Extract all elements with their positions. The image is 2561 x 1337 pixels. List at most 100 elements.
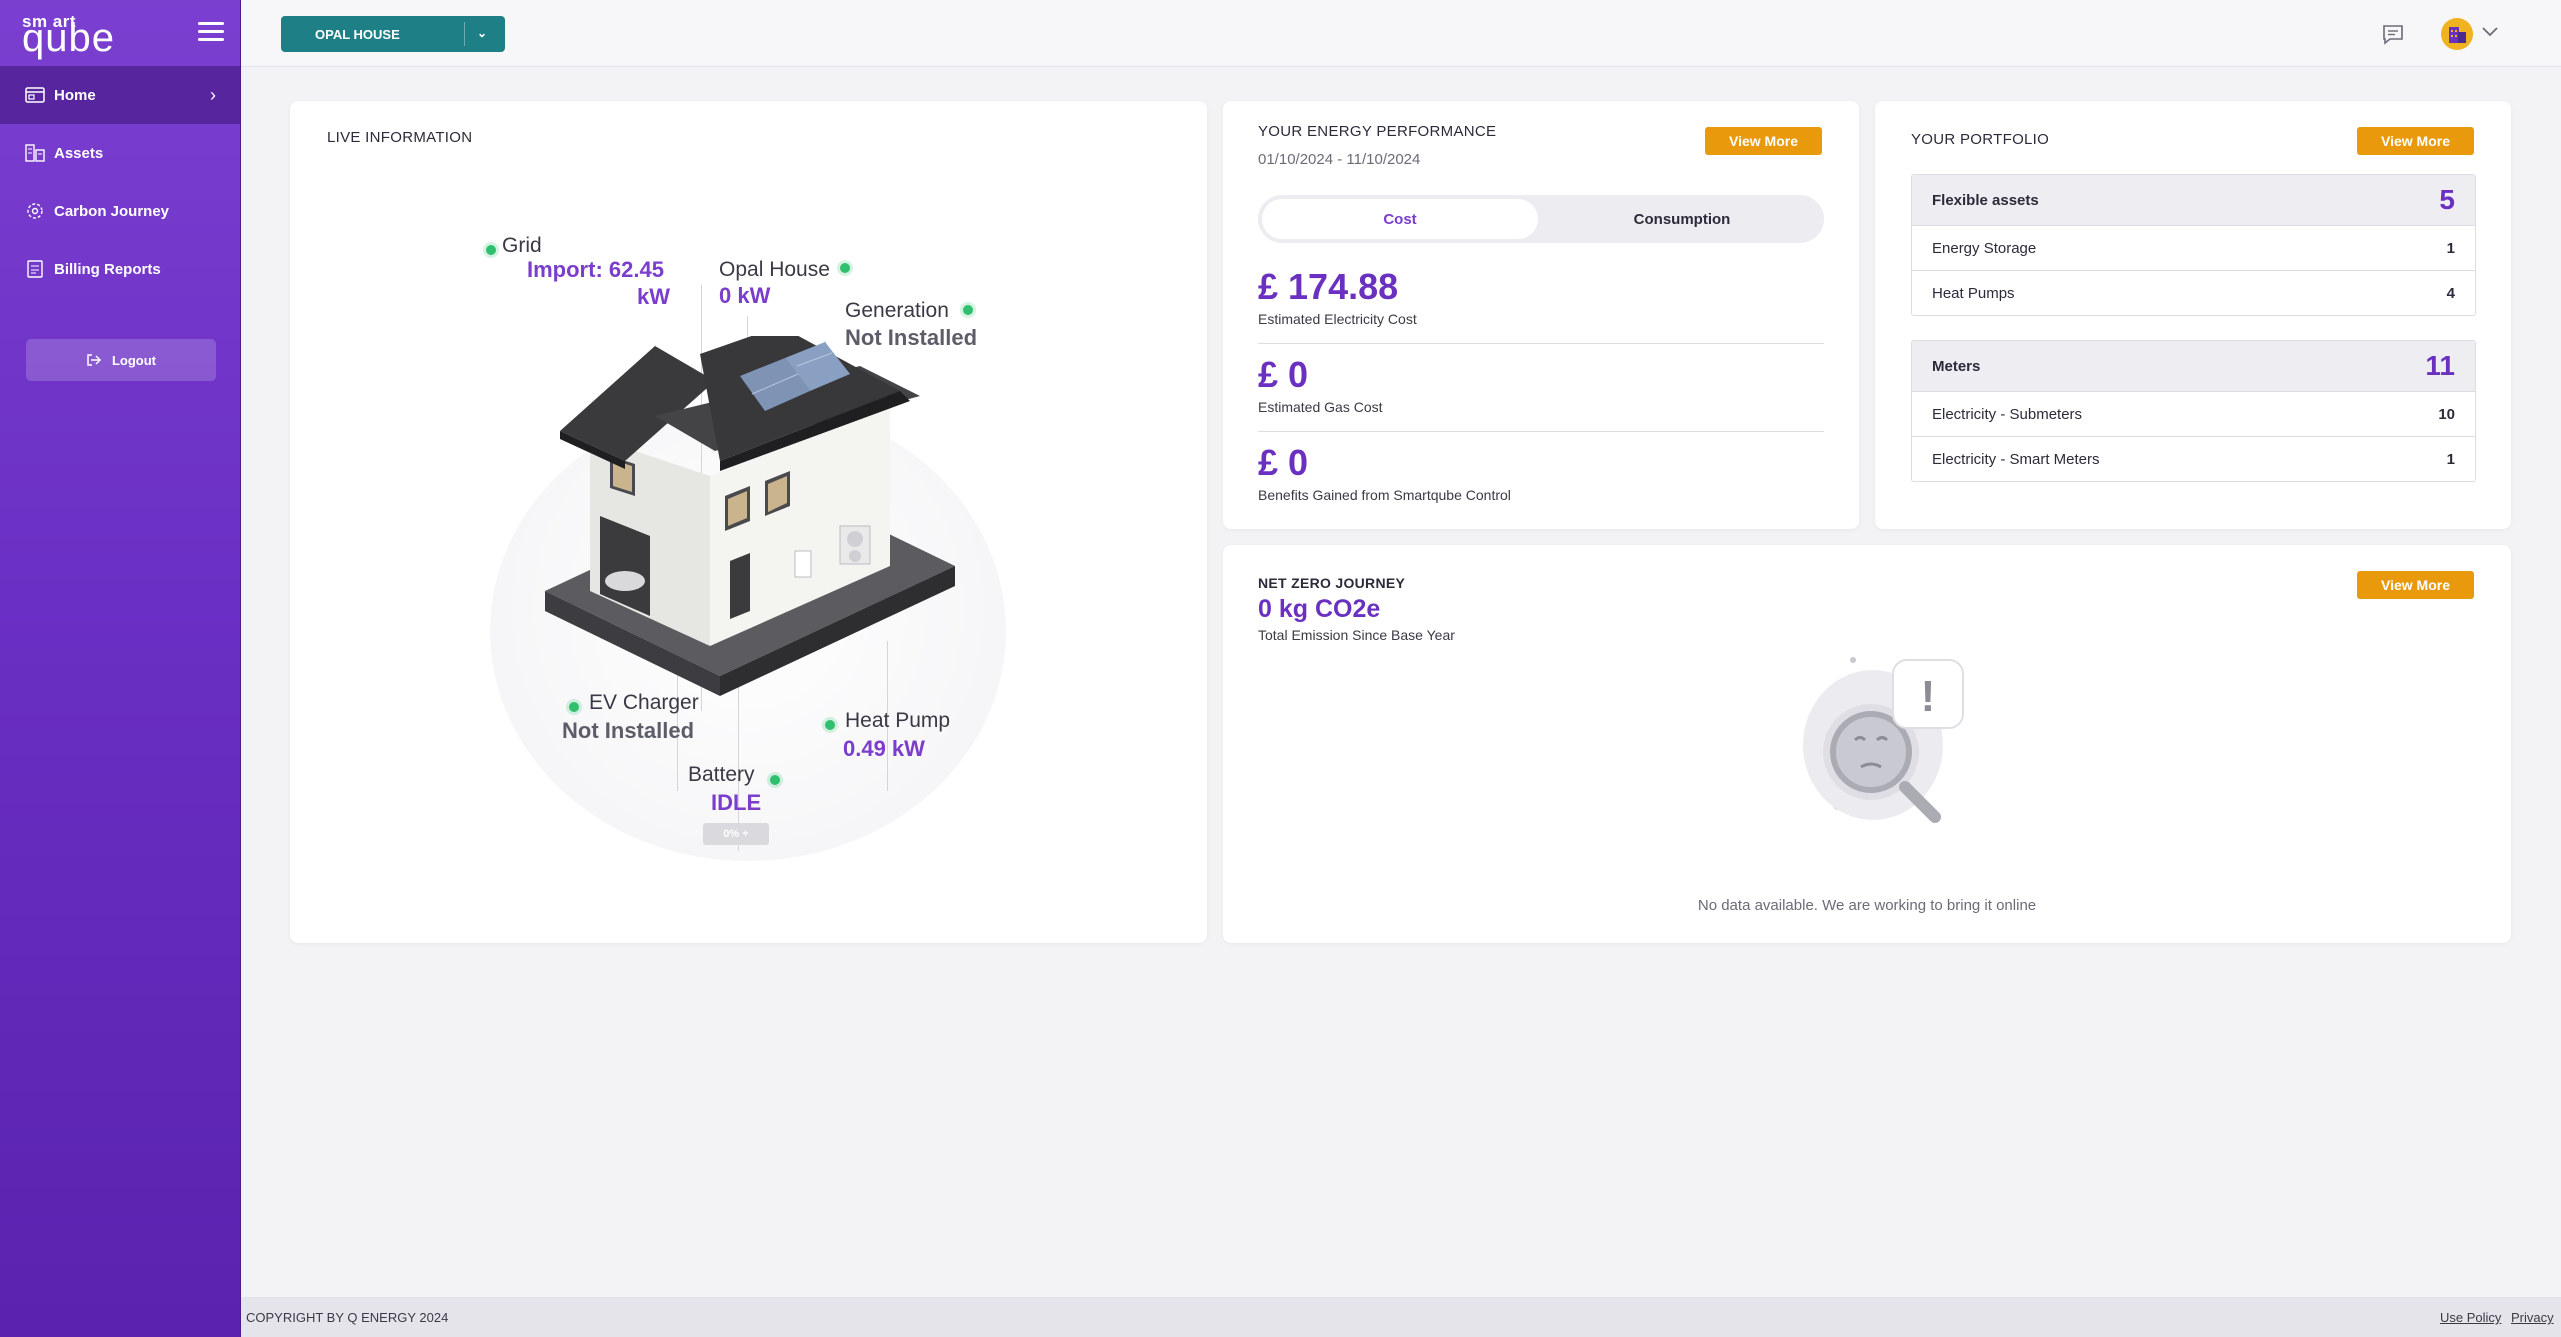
gas-cost-label: Estimated Gas Cost: [1258, 399, 1383, 415]
flexible-assets-header: Flexible assets 5: [1912, 175, 2475, 225]
site-selector[interactable]: OPAL HOUSE ⌄: [281, 16, 505, 52]
portfolio-title: YOUR PORTFOLIO: [1911, 131, 2050, 148]
row-label: Electricity - Submeters: [1932, 405, 2083, 423]
chevron-right-icon: ›: [210, 85, 216, 105]
grid-value-line2: kW: [637, 284, 670, 309]
sidebar-item-label: Assets: [54, 144, 104, 162]
net-zero-title: NET ZERO JOURNEY: [1258, 575, 1406, 591]
flexible-assets-table: Flexible assets 5 Energy Storage 1 Heat …: [1911, 174, 2476, 316]
battery-status-dot: [770, 775, 780, 785]
menu-toggle-icon[interactable]: [198, 22, 224, 42]
gas-cost-value: £ 0: [1258, 354, 1309, 395]
cost-consumption-toggle: Cost Consumption: [1258, 195, 1824, 243]
top-bar: OPAL HOUSE ⌄: [241, 0, 2561, 67]
smartqube-benefits-label: Benefits Gained from Smartqube Control: [1258, 487, 1511, 503]
meters-table: Meters 11 Electricity - Submeters 10 Ele…: [1911, 340, 2476, 482]
ev-charger-value: Not Installed: [562, 718, 695, 743]
generation-value: Not Installed: [845, 325, 978, 350]
table-row: Electricity - Smart Meters 1: [1912, 436, 2475, 481]
logout-button[interactable]: Logout: [26, 339, 216, 381]
chevron-down-icon: ⌄: [477, 26, 488, 40]
heat-pump-status-dot: [825, 720, 835, 730]
table-row: Energy Storage 1: [1912, 225, 2475, 270]
row-count: 10: [2438, 405, 2455, 423]
energy-view-more-button[interactable]: View More: [1705, 127, 1822, 155]
live-information-title: LIVE INFORMATION: [327, 129, 473, 146]
row-label: Heat Pumps: [1932, 284, 2015, 302]
heat-pump-value: 0.49 kW: [843, 736, 925, 761]
sidebar-item-carbon-journey[interactable]: Carbon Journey: [0, 182, 240, 240]
generation-status-dot: [963, 305, 973, 315]
generation-label: Generation: [845, 299, 949, 322]
energy-performance-card: YOUR ENERGY PERFORMANCE 01/10/2024 - 11/…: [1223, 101, 1859, 529]
row-count: 1: [2446, 239, 2455, 257]
sidebar-item-billing-reports[interactable]: Billing Reports: [0, 240, 240, 298]
grid-value-line1: Import: 62.45: [527, 257, 664, 282]
assets-icon: [24, 143, 46, 163]
use-policy-link[interactable]: Use Policy: [2440, 1310, 2501, 1325]
flexible-assets-label: Flexible assets: [1932, 191, 2039, 209]
sidebar-item-home[interactable]: Home ›: [0, 66, 240, 124]
site-selector-divider: [464, 22, 465, 46]
row-label: Energy Storage: [1932, 239, 2037, 257]
ev-charger-label: EV Charger: [589, 691, 699, 714]
energy-performance-title: YOUR ENERGY PERFORMANCE: [1258, 123, 1497, 140]
table-row: Heat Pumps 4: [1912, 270, 2475, 315]
tab-cost[interactable]: Cost: [1262, 199, 1538, 239]
sidebar-item-label: Billing Reports: [54, 260, 161, 278]
metric-divider: [1258, 343, 1824, 344]
no-data-message: No data available. We are working to bri…: [1697, 897, 2037, 914]
table-row: Electricity - Submeters 10: [1912, 391, 2475, 436]
house-status-dot: [840, 263, 850, 273]
row-count: 1: [2446, 450, 2455, 468]
svg-text:!: !: [1921, 672, 1936, 721]
total-emission-value: 0 kg CO2e: [1258, 595, 1381, 623]
battery-label: Battery: [688, 763, 755, 786]
battery-value: IDLE: [711, 790, 762, 815]
portfolio-card: YOUR PORTFOLIO View More Flexible assets…: [1875, 101, 2511, 529]
logout-label: Logout: [111, 352, 157, 368]
brand-logo[interactable]: sm art qube: [22, 10, 115, 60]
billing-reports-icon: [24, 259, 46, 279]
metric-divider: [1258, 431, 1824, 432]
copyright-text: COPYRIGHT BY Q ENERGY 2024: [246, 1310, 449, 1325]
smartqube-benefits-value: £ 0: [1258, 442, 1309, 483]
flexible-assets-total: 5: [2439, 184, 2455, 215]
site-selector-label: OPAL HOUSE: [315, 26, 400, 42]
meters-total: 11: [2425, 350, 2455, 381]
grid-label: Grid: [502, 234, 542, 257]
tab-consumption[interactable]: Consumption: [1544, 199, 1820, 239]
sidebar-item-label: Home: [54, 86, 96, 104]
electricity-cost-metric: £ 174.88 Estimated Electricity Cost: [1258, 266, 1824, 328]
house-label: Opal House: [719, 258, 830, 281]
electricity-cost-label: Estimated Electricity Cost: [1258, 311, 1417, 327]
sidebar-nav: Home › Assets Carbon Journey Billing Rep…: [0, 66, 240, 298]
sidebar: sm art qube Home › Assets Carbon Journey: [0, 0, 241, 1337]
chat-icon[interactable]: [2381, 22, 2405, 46]
privacy-link[interactable]: Privacy: [2511, 1310, 2554, 1325]
row-count: 4: [2446, 284, 2455, 302]
logout-icon: [87, 354, 102, 366]
meters-header: Meters 11: [1912, 341, 2475, 391]
logo-big-text: qube: [22, 16, 115, 60]
date-range: 01/10/2024 - 11/10/2024: [1258, 151, 1421, 168]
sidebar-item-label: Carbon Journey: [54, 202, 170, 220]
house-illustration: [545, 336, 955, 696]
net-zero-journey-card: NET ZERO JOURNEY View More 0 kg CO2e Tot…: [1223, 545, 2511, 943]
sidebar-item-assets[interactable]: Assets: [0, 124, 240, 182]
row-label: Electricity - Smart Meters: [1932, 450, 2100, 468]
portfolio-view-more-button[interactable]: View More: [2357, 127, 2474, 155]
total-emission-label: Total Emission Since Base Year: [1258, 627, 1455, 643]
net-zero-view-more-button[interactable]: View More: [2357, 571, 2474, 599]
footer: COPYRIGHT BY Q ENERGY 2024 Use Policy Pr…: [241, 1297, 2561, 1337]
heat-pump-label: Heat Pump: [845, 709, 951, 732]
gas-cost-metric: £ 0 Estimated Gas Cost: [1258, 354, 1824, 416]
avatar[interactable]: [2441, 18, 2473, 50]
ev-charger-status-dot: [569, 702, 579, 712]
electricity-cost-value: £ 174.88: [1258, 266, 1399, 307]
grid-status-dot: [486, 245, 496, 255]
user-menu-chevron-icon[interactable]: [2481, 24, 2499, 42]
meters-label: Meters: [1932, 357, 1981, 375]
smartqube-benefits-metric: £ 0 Benefits Gained from Smartqube Contr…: [1258, 442, 1824, 504]
house-value: 0 kW: [719, 283, 771, 308]
